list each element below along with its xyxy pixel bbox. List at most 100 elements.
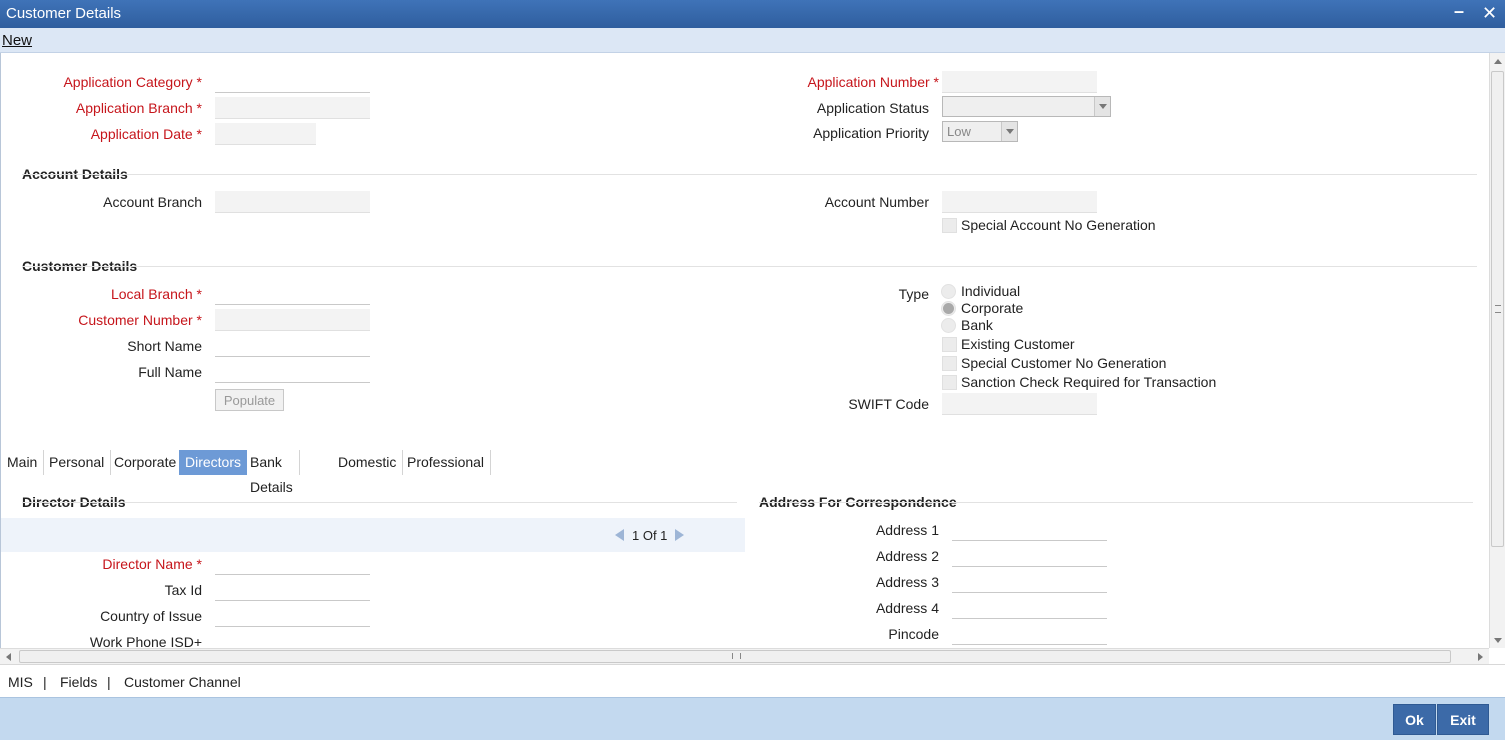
pincode-label: Pincode xyxy=(888,626,939,642)
full-name-label: Full Name xyxy=(138,364,202,380)
special-account-no-checkbox[interactable] xyxy=(942,218,957,233)
tax-id-label: Tax Id xyxy=(164,582,202,598)
scroll-left-icon[interactable] xyxy=(6,653,11,661)
sanction-check-label: Sanction Check Required for Transaction xyxy=(961,374,1217,390)
section-divider xyxy=(759,502,1473,503)
application-category-input[interactable] xyxy=(215,71,370,93)
type-corporate-radio[interactable] xyxy=(941,301,956,316)
account-branch-label: Account Branch xyxy=(103,194,202,210)
customer-number-input[interactable] xyxy=(215,309,370,331)
type-individual-radio[interactable] xyxy=(941,284,956,299)
minimize-icon[interactable]: – xyxy=(1454,1,1464,22)
existing-customer-checkbox[interactable] xyxy=(942,337,957,352)
customer-number-label: Customer Number xyxy=(78,312,202,328)
form-content: Application Category Application Branch … xyxy=(0,53,1489,648)
tab-domestic[interactable]: Domestic xyxy=(332,450,404,475)
swift-code-input[interactable] xyxy=(942,393,1097,415)
application-date-input[interactable] xyxy=(215,123,316,145)
work-phone-label: Work Phone ISD+ xyxy=(89,634,202,648)
mis-link[interactable]: MIS xyxy=(8,674,33,690)
director-name-label: Director Name xyxy=(102,556,202,572)
country-of-issue-input[interactable] xyxy=(215,605,370,627)
short-name-input[interactable] xyxy=(215,335,370,357)
section-divider xyxy=(22,502,737,503)
vertical-scrollbar[interactable] xyxy=(1489,53,1505,648)
link-separator: | xyxy=(43,674,47,690)
scroll-down-icon[interactable] xyxy=(1494,638,1502,643)
exit-button[interactable]: Exit xyxy=(1437,704,1489,735)
swift-code-label: SWIFT Code xyxy=(848,396,929,412)
special-customer-no-checkbox[interactable] xyxy=(942,356,957,371)
next-record-icon[interactable] xyxy=(675,529,685,541)
menu-strip: New xyxy=(0,28,1505,53)
short-name-label: Short Name xyxy=(127,338,202,354)
tab-corporate[interactable]: Corporate xyxy=(108,450,184,475)
special-account-no-label: Special Account No Generation xyxy=(961,217,1156,233)
type-bank-radio[interactable] xyxy=(941,318,956,333)
address3-input[interactable] xyxy=(952,571,1107,593)
window-title: Customer Details xyxy=(6,5,122,22)
customer-channel-link[interactable]: Customer Channel xyxy=(124,674,241,690)
application-branch-label: Application Branch xyxy=(76,100,202,116)
customer-type-label: Type xyxy=(898,286,929,302)
subscreen-link-bar: MIS | Fields | Customer Channel xyxy=(0,664,1505,697)
type-corporate-label: Corporate xyxy=(961,300,1024,316)
application-priority-label: Application Priority xyxy=(813,125,929,141)
account-number-label: Account Number xyxy=(824,194,929,210)
application-date-label: Application Date xyxy=(91,126,202,142)
populate-button[interactable]: Populate xyxy=(215,389,284,411)
application-priority-select[interactable]: Low xyxy=(942,121,1018,142)
scroll-right-icon[interactable] xyxy=(1478,653,1483,661)
tab-personal[interactable]: Personal xyxy=(43,450,112,475)
horizontal-scrollbar[interactable] xyxy=(0,648,1489,664)
address2-input[interactable] xyxy=(952,545,1107,567)
close-icon[interactable]: ✕ xyxy=(1482,3,1497,24)
application-branch-input[interactable] xyxy=(215,97,370,119)
existing-customer-label: Existing Customer xyxy=(961,336,1075,352)
address4-label: Address 4 xyxy=(875,600,939,616)
pager-text: 1 Of 1 xyxy=(632,528,668,543)
special-customer-no-label: Special Customer No Generation xyxy=(961,355,1167,371)
local-branch-input[interactable] xyxy=(215,283,370,305)
chevron-down-icon xyxy=(1001,122,1017,141)
new-link[interactable]: New xyxy=(2,32,32,49)
application-category-label: Application Category xyxy=(63,74,202,90)
application-number-input[interactable] xyxy=(942,71,1097,93)
tab-directors[interactable]: Directors xyxy=(179,450,248,475)
vertical-scroll-thumb[interactable] xyxy=(1491,71,1504,547)
application-number-label: Application Number xyxy=(807,74,939,90)
tax-id-input[interactable] xyxy=(215,579,370,601)
grip-icon xyxy=(732,653,741,659)
address2-label: Address 2 xyxy=(875,548,939,564)
tab-professional[interactable]: Professional xyxy=(401,450,492,475)
footer-bar: Ok Exit xyxy=(0,697,1505,740)
horizontal-scroll-thumb[interactable] xyxy=(19,650,1451,663)
application-status-label: Application Status xyxy=(816,100,929,116)
title-bar: Customer Details – ✕ xyxy=(0,0,1505,28)
ok-button[interactable]: Ok xyxy=(1393,704,1436,735)
full-name-input[interactable] xyxy=(215,361,370,383)
link-separator: | xyxy=(107,674,111,690)
application-status-select[interactable] xyxy=(942,96,1111,117)
chevron-down-icon xyxy=(1094,97,1110,116)
tab-bank-details[interactable]: Bank Details xyxy=(244,450,300,495)
grip-icon xyxy=(1495,305,1501,313)
director-pager: 1 Of 1 xyxy=(615,528,685,543)
address4-input[interactable] xyxy=(952,597,1107,619)
account-branch-input[interactable] xyxy=(215,191,370,213)
section-divider xyxy=(22,266,1477,267)
pincode-input[interactable] xyxy=(952,623,1107,645)
director-name-input[interactable] xyxy=(215,553,370,575)
address1-input[interactable] xyxy=(952,519,1107,541)
local-branch-label: Local Branch xyxy=(111,286,202,302)
sanction-check-checkbox[interactable] xyxy=(942,375,957,390)
fields-link[interactable]: Fields xyxy=(60,674,97,690)
tab-main[interactable]: Main xyxy=(1,450,45,475)
previous-record-icon[interactable] xyxy=(615,529,624,541)
application-priority-value: Low xyxy=(947,124,971,139)
country-of-issue-label: Country of Issue xyxy=(100,608,202,624)
scroll-up-icon[interactable] xyxy=(1494,59,1502,64)
account-number-input[interactable] xyxy=(942,191,1097,213)
type-individual-label: Individual xyxy=(961,283,1021,299)
address1-label: Address 1 xyxy=(875,522,939,538)
